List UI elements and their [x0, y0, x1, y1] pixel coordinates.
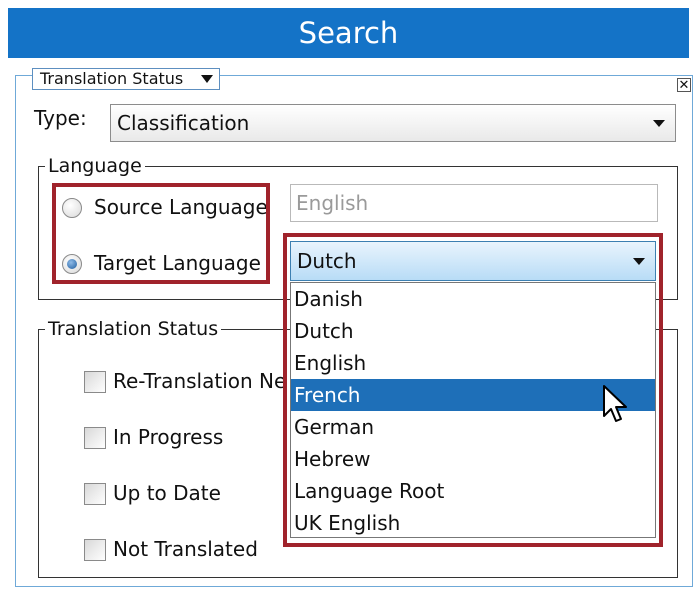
chevron-down-icon — [633, 258, 645, 265]
source-language-radio[interactable] — [62, 198, 82, 218]
up-to-date-checkbox[interactable] — [84, 483, 106, 505]
language-option-french[interactable]: French — [291, 379, 655, 411]
source-language-field[interactable]: English — [290, 184, 658, 222]
type-label: Type: — [34, 106, 87, 130]
chevron-down-icon — [201, 75, 213, 83]
language-option-hebrew[interactable]: Hebrew — [291, 443, 655, 475]
target-language-select[interactable]: Dutch — [290, 241, 656, 281]
mouse-cursor-icon — [603, 385, 627, 422]
language-option-language-root[interactable]: Language Root — [291, 475, 655, 507]
language-option-danish[interactable]: Danish — [291, 283, 655, 315]
panel-type-label: Translation Status — [40, 69, 184, 88]
target-language-label[interactable]: Target Language — [94, 251, 261, 275]
translation-status-legend: Translation Status — [48, 318, 219, 340]
target-language-radio[interactable] — [62, 254, 82, 274]
language-option-german[interactable]: German — [291, 411, 655, 443]
language-option-uk-english[interactable]: UK English — [291, 507, 655, 539]
close-icon[interactable]: ✕ — [677, 78, 691, 92]
search-header: Search — [8, 8, 689, 58]
chevron-down-icon — [653, 120, 665, 127]
language-legend: Language — [48, 155, 142, 177]
type-select[interactable]: Classification — [110, 104, 676, 142]
in-progress-label[interactable]: In Progress — [113, 425, 223, 449]
source-language-label[interactable]: Source Language — [94, 195, 268, 219]
not-translated-label[interactable]: Not Translated — [113, 537, 258, 561]
language-option-english[interactable]: English — [291, 347, 655, 379]
up-to-date-label[interactable]: Up to Date — [113, 481, 221, 505]
not-translated-checkbox[interactable] — [84, 539, 106, 561]
target-language-value: Dutch — [297, 249, 357, 273]
retranslation-needed-checkbox[interactable] — [84, 371, 106, 393]
panel-type-dropdown[interactable]: Translation Status — [32, 68, 220, 90]
type-select-value: Classification — [117, 111, 250, 135]
retranslation-needed-label[interactable]: Re-Translation Ne — [113, 369, 286, 393]
language-option-dutch[interactable]: Dutch — [291, 315, 655, 347]
in-progress-checkbox[interactable] — [84, 427, 106, 449]
